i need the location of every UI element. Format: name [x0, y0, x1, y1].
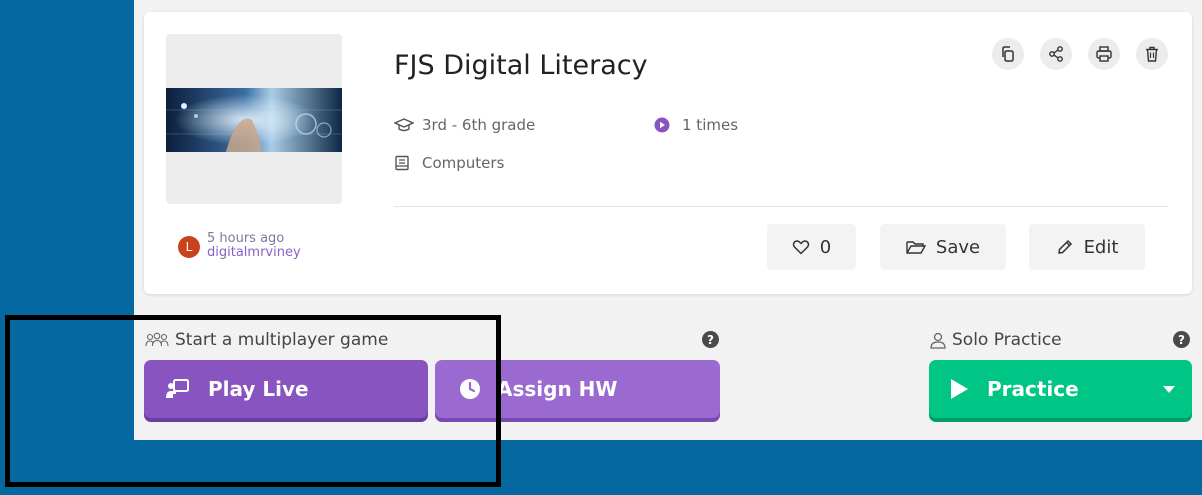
print-button[interactable] [1088, 38, 1120, 70]
solo-help-icon[interactable]: ? [1173, 331, 1190, 348]
created-time: 5 hours ago [207, 231, 285, 246]
copy-icon [1002, 46, 1014, 62]
like-count: 0 [819, 236, 832, 258]
author-info: L 5 hours ago digitalmrviney [178, 232, 301, 260]
quiz-title: FJS Digital Literacy [394, 50, 648, 81]
save-label: Save [935, 236, 981, 258]
pencil-icon [1057, 239, 1072, 254]
print-icon [1096, 46, 1112, 62]
save-button[interactable]: Save [880, 224, 1006, 270]
multiplayer-help-icon[interactable]: ? [702, 331, 719, 348]
quiz-thumbnail[interactable] [166, 34, 342, 204]
solo-label: Solo Practice [929, 330, 1062, 350]
subject-meta: Computers [394, 154, 504, 172]
plays-meta: 1 times [654, 116, 738, 134]
share-button[interactable] [1040, 38, 1072, 70]
share-icon [1049, 46, 1063, 62]
practice-label: Practice [987, 377, 1079, 401]
card-divider [394, 206, 1168, 207]
graduation-cap-icon [394, 118, 414, 132]
solo-label-text: Solo Practice [952, 330, 1062, 350]
delete-button[interactable] [1136, 38, 1168, 70]
trash-icon [1146, 46, 1158, 62]
play-icon [951, 379, 968, 399]
author-username[interactable]: digitalmrviney [207, 246, 301, 260]
assign-hw-label: Assign HW [497, 377, 618, 401]
chevron-down-icon[interactable] [1162, 385, 1176, 394]
plays-text: 1 times [682, 116, 739, 134]
avatar[interactable]: L [178, 236, 200, 258]
quiz-card: FJS Digital Literacy 3rd - 6th grade 1 t… [144, 12, 1192, 294]
heart-icon [792, 240, 810, 255]
grade-text: 3rd - 6th grade [422, 116, 536, 134]
folder-icon [906, 241, 926, 254]
play-circle-icon [654, 117, 670, 133]
thumbnail-image [166, 88, 342, 152]
practice-button[interactable]: Practice [929, 360, 1192, 418]
copy-button[interactable] [992, 38, 1024, 70]
book-icon [395, 155, 409, 171]
highlight-box [5, 315, 501, 487]
subject-text: Computers [422, 154, 505, 172]
like-button[interactable]: 0 [767, 224, 856, 270]
edit-button[interactable]: Edit [1029, 224, 1145, 270]
grade-meta: 3rd - 6th grade [394, 116, 535, 134]
user-icon [930, 332, 946, 349]
edit-label: Edit [1083, 236, 1119, 258]
